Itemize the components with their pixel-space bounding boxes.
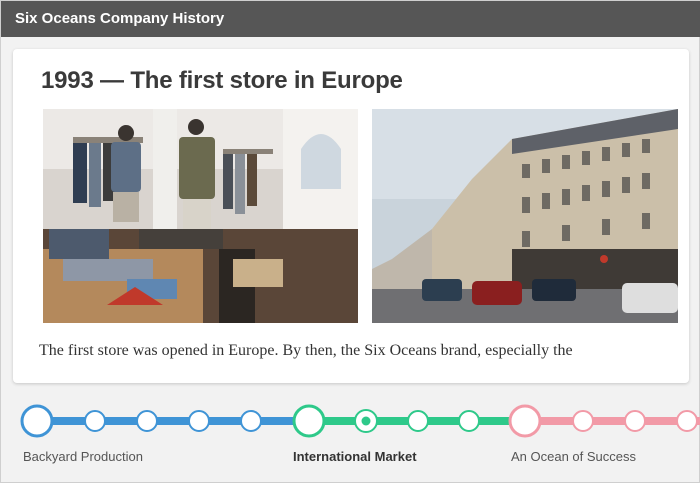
timeline-dot[interactable]: [624, 410, 646, 432]
stage-node-backyard-production[interactable]: [20, 404, 54, 438]
current-marker-icon: [361, 416, 371, 426]
paris-street-photo: [372, 109, 678, 323]
slide-heading: 1993 — The first store in Europe: [41, 67, 403, 94]
window-title: Six Oceans Company History: [15, 10, 225, 27]
stage-node-international-market[interactable]: [292, 404, 326, 438]
timeline: Backyard Production International Market…: [1, 393, 700, 483]
timeline-dot[interactable]: [136, 410, 158, 432]
timeline-dot[interactable]: [84, 410, 106, 432]
timeline-track-pink: [525, 417, 700, 425]
timeline-dot[interactable]: [572, 410, 594, 432]
timeline-dot[interactable]: [458, 410, 480, 432]
timeline-dot[interactable]: [407, 410, 429, 432]
title-bar: Six Oceans Company History: [1, 1, 700, 37]
slide-body-text: The first store was opened in Europe. By…: [39, 342, 573, 359]
app-window: Six Oceans Company History 1993 — The fi…: [0, 0, 700, 483]
stage-label-international-market[interactable]: International Market: [293, 449, 417, 464]
timeline-dot[interactable]: [240, 410, 262, 432]
stage-label-an-ocean-of-success[interactable]: An Ocean of Success: [511, 449, 636, 464]
stage-node-an-ocean-of-success[interactable]: [508, 404, 542, 438]
stage-label-backyard-production[interactable]: Backyard Production: [23, 449, 143, 464]
timeline-dot[interactable]: [676, 410, 698, 432]
slide-card: 1993 — The first store in Europe The fir…: [13, 49, 689, 383]
store-interior-photo: [43, 109, 358, 323]
timeline-dot[interactable]: [188, 410, 210, 432]
